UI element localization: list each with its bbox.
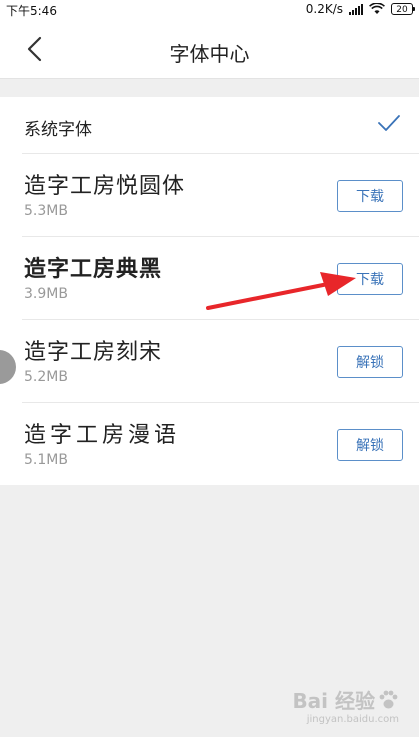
check-icon <box>378 115 400 131</box>
font-row-manyu: 造字工房漫语 5.1MB 解锁 <box>22 403 419 485</box>
status-time: 下午5:46 <box>6 4 57 18</box>
status-bar: 下午5:46 0.2K/s 20 <box>0 0 419 20</box>
status-indicators: 0.2K/s 20 <box>305 2 415 16</box>
watermark-url: jingyan.baidu.com <box>306 714 399 725</box>
nav-header: 字体中心 <box>0 20 419 79</box>
font-row-kesong: 造字工房刻宋 5.2MB 解锁 <box>22 320 419 403</box>
page-title: 字体中心 <box>169 42 250 66</box>
section-gap <box>0 79 419 97</box>
unlock-button[interactable]: 解锁 <box>337 346 403 378</box>
download-button[interactable]: 下载 <box>337 180 403 212</box>
annotation-arrow-icon <box>206 272 356 310</box>
wifi-icon <box>369 3 385 14</box>
signal-icon <box>349 3 363 15</box>
font-name: 造字工房典黑 <box>24 257 163 282</box>
font-file-size: 5.2MB <box>24 369 68 385</box>
font-file-size: 5.3MB <box>24 203 68 219</box>
font-name: 造字工房漫语 <box>24 423 181 448</box>
font-file-size: 3.9MB <box>24 286 68 302</box>
font-row-yueyuan: 造字工房悦圆体 5.3MB 下载 <box>22 154 419 237</box>
system-font-label: 系统字体 <box>24 120 92 140</box>
paw-icon <box>379 690 398 708</box>
font-name: 造字工房刻宋 <box>24 340 163 365</box>
font-file-size: 5.1MB <box>24 452 68 468</box>
network-speed: 0.2K/s <box>305 2 343 16</box>
watermark: Bai 经验 jingyan.baidu.com <box>292 685 399 725</box>
unlock-button[interactable]: 解锁 <box>337 429 403 461</box>
system-font-row[interactable]: 系统字体 <box>22 97 419 154</box>
font-name: 造字工房悦圆体 <box>24 174 186 199</box>
battery-icon: 20 <box>391 3 415 15</box>
watermark-logo: Bai 经验 <box>292 685 399 714</box>
watermark-text: Bai 经验 <box>292 689 375 713</box>
